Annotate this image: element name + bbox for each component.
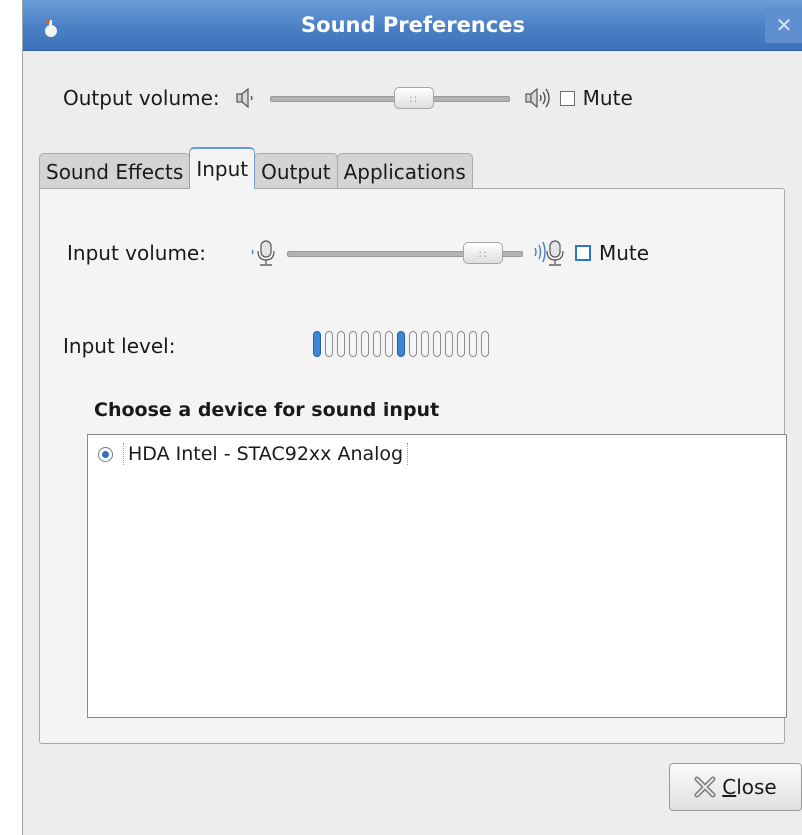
speaker-low-icon (236, 87, 253, 109)
output-mute-label[interactable]: Mute (583, 86, 633, 110)
output-volume-row: Output volume: :: Mute (63, 86, 633, 110)
output-volume-track (269, 96, 510, 102)
sound-preferences-window: Sound Preferences ✕ Output volume: :: Mu… (22, 0, 802, 835)
output-volume-thumb[interactable]: :: (393, 87, 434, 109)
close-button-label: Close (722, 775, 777, 799)
level-segment (337, 331, 345, 357)
output-volume-label: Output volume: (63, 86, 220, 110)
input-device-list[interactable]: HDA Intel - STAC92xx Analog (87, 434, 787, 718)
list-item[interactable]: HDA Intel - STAC92xx Analog (98, 443, 409, 465)
tab-applications[interactable]: Applications (336, 153, 473, 189)
microphone-high-icon (534, 240, 564, 266)
device-radio-button[interactable] (98, 446, 113, 462)
level-segment (433, 331, 441, 357)
level-segment (361, 331, 369, 357)
level-segment (409, 331, 417, 357)
output-volume-slider[interactable]: :: (269, 87, 510, 109)
titlebar[interactable]: Sound Preferences ✕ (23, 0, 802, 51)
level-segment (313, 331, 321, 357)
input-volume-thumb[interactable]: :: (463, 242, 503, 264)
level-segment (325, 331, 333, 357)
input-volume-slider[interactable]: :: (287, 242, 523, 264)
input-mute-label[interactable]: Mute (599, 241, 649, 265)
tab-output[interactable]: Output (254, 153, 338, 189)
input-volume-row: Input volume: :: Mute (67, 238, 649, 268)
level-segment (481, 331, 489, 357)
device-section-heading: Choose a device for sound input (94, 399, 440, 421)
tab-input[interactable]: Input (189, 147, 256, 189)
level-segment (349, 331, 357, 357)
close-button[interactable]: Close (669, 763, 802, 811)
output-mute-checkbox[interactable] (559, 90, 575, 106)
speaker-high-icon (525, 87, 550, 109)
microphone-low-icon (251, 240, 275, 266)
level-segment (469, 331, 477, 357)
preferences-tabs: Sound Effects Input Output Applications (39, 147, 473, 189)
window-title: Sound Preferences (301, 13, 525, 37)
level-segment (397, 331, 405, 357)
close-x-icon (694, 776, 716, 798)
device-label[interactable]: HDA Intel - STAC92xx Analog (123, 443, 409, 465)
input-level-meter (313, 331, 489, 357)
level-segment (373, 331, 381, 357)
input-mute-checkbox[interactable] (575, 245, 591, 261)
tab-sound-effects[interactable]: Sound Effects (39, 153, 191, 189)
input-level-label: Input level: (63, 334, 176, 358)
level-segment (445, 331, 453, 357)
level-segment (421, 331, 429, 357)
level-segment (385, 331, 393, 357)
input-volume-label: Input volume: (67, 241, 206, 265)
level-segment (457, 331, 465, 357)
window-close-icon[interactable]: ✕ (765, 7, 802, 43)
